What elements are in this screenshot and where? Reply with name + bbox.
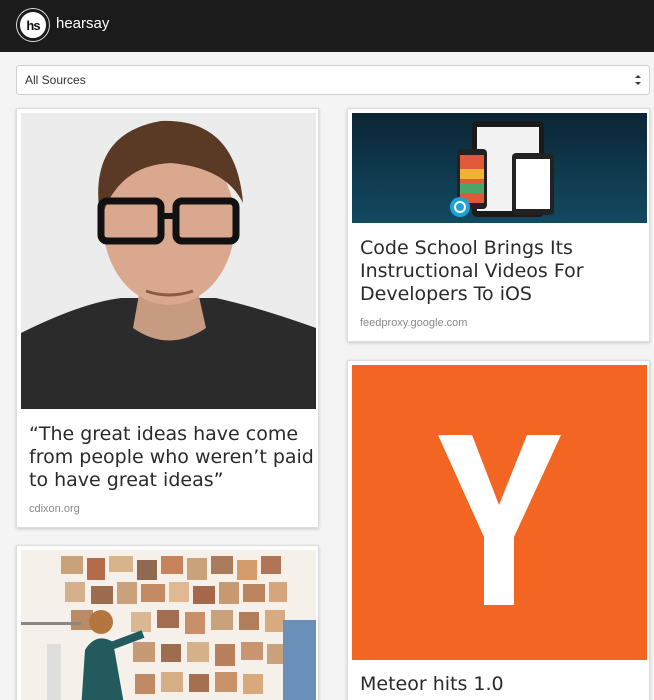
source-filter-value: All Sources xyxy=(25,73,86,87)
portrait-photo xyxy=(21,113,316,409)
article-title[interactable]: Meteor hits 1.0 xyxy=(360,673,645,696)
source-filter-select[interactable]: All Sources xyxy=(16,65,650,95)
article-title[interactable]: Code School Brings Its Instructional Vid… xyxy=(360,237,645,306)
collage-wall-photo xyxy=(21,550,316,700)
top-bar: hs hearsay xyxy=(0,0,654,52)
article-image-app-screens[interactable] xyxy=(352,113,647,223)
y-combinator-logo xyxy=(352,365,647,660)
article-image-y-logo[interactable] xyxy=(352,365,647,660)
article-card[interactable] xyxy=(16,545,319,700)
article-card[interactable]: Meteor hits 1.0 xyxy=(347,360,650,700)
article-card[interactable]: Code School Brings Its Instructional Vid… xyxy=(347,108,650,342)
article-source: cdixon.org xyxy=(29,503,80,515)
article-image-portrait[interactable] xyxy=(21,113,316,409)
select-arrows-icon xyxy=(635,75,641,85)
article-card[interactable]: “The great ideas have come from people w… xyxy=(16,108,319,528)
article-image-collage[interactable] xyxy=(21,550,316,700)
app-title[interactable]: hearsay xyxy=(56,15,109,32)
app-screens-photo xyxy=(352,113,647,223)
hearsay-logo[interactable]: hs xyxy=(17,9,49,41)
article-title[interactable]: “The great ideas have come from people w… xyxy=(29,423,314,492)
article-source: feedproxy.google.com xyxy=(360,317,468,329)
